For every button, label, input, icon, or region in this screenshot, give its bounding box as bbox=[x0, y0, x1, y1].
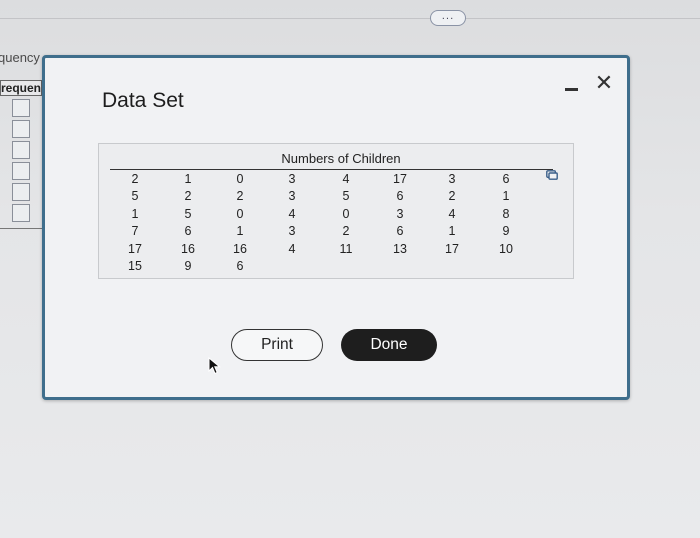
data-cell: 4 bbox=[342, 172, 350, 186]
data-cell: 3 bbox=[288, 224, 296, 239]
data-cell: 2 bbox=[131, 172, 139, 186]
data-cell: 16 bbox=[181, 241, 195, 256]
answer-box[interactable] bbox=[12, 99, 30, 117]
data-cell: 0 bbox=[236, 172, 244, 186]
answer-box[interactable] bbox=[12, 183, 30, 201]
data-cell: 1 bbox=[131, 206, 139, 221]
close-icon[interactable]: ✕ bbox=[593, 73, 615, 95]
done-button[interactable]: Done bbox=[341, 329, 437, 361]
data-cell: 3 bbox=[396, 206, 404, 221]
answer-box[interactable] bbox=[12, 162, 30, 180]
data-cell: 17 bbox=[445, 241, 459, 256]
background-divider bbox=[0, 18, 700, 19]
data-cell: 9 bbox=[502, 224, 510, 239]
background-column-header: requen bbox=[0, 80, 42, 96]
data-cell: 3 bbox=[288, 189, 296, 204]
data-column: 2 5 1 7 17 15 bbox=[119, 171, 151, 275]
data-cell: 0 bbox=[236, 206, 244, 221]
data-cell: 1 bbox=[502, 189, 510, 204]
data-cell: 6 bbox=[396, 189, 404, 204]
table-header-rule bbox=[110, 169, 553, 170]
data-cell: 3 bbox=[288, 172, 296, 186]
data-cell: 7 bbox=[131, 224, 139, 239]
data-set-dialog: Data Set ✕ Numbers of Children 2 5 1 7 1… bbox=[42, 55, 630, 400]
data-cell: 2 bbox=[236, 189, 244, 204]
data-cell: 5 bbox=[184, 206, 192, 221]
data-cell: 4 bbox=[288, 241, 296, 256]
data-cell: 6 bbox=[236, 259, 244, 274]
data-cell: 0 bbox=[342, 206, 350, 221]
data-cell: 5 bbox=[342, 189, 350, 204]
data-column: 3 2 4 1 17 bbox=[436, 171, 468, 258]
answer-box[interactable] bbox=[12, 141, 30, 159]
minimize-button[interactable] bbox=[561, 78, 581, 98]
data-cell: 6 bbox=[184, 224, 192, 239]
background-answer-boxes bbox=[12, 99, 34, 225]
data-column: 3 3 4 3 4 bbox=[276, 171, 308, 258]
data-cell: 3 bbox=[448, 172, 456, 186]
data-cell: 8 bbox=[502, 206, 510, 221]
data-column: 17 6 3 6 13 bbox=[384, 171, 416, 258]
data-cell: 1 bbox=[448, 224, 456, 239]
data-cell: 2 bbox=[342, 224, 350, 239]
answer-box[interactable] bbox=[12, 120, 30, 138]
data-cell: 17 bbox=[128, 241, 142, 256]
data-cell: 2 bbox=[448, 189, 456, 204]
data-cell: 4 bbox=[288, 206, 296, 221]
data-column: 6 1 8 9 10 bbox=[490, 171, 522, 258]
copy-icon[interactable] bbox=[546, 170, 558, 180]
data-column: 0 2 0 1 16 6 bbox=[224, 171, 256, 275]
answer-box[interactable] bbox=[12, 204, 30, 222]
data-cell: 10 bbox=[499, 241, 513, 256]
data-cell: 13 bbox=[393, 241, 407, 256]
print-button[interactable]: Print bbox=[231, 329, 323, 361]
data-column: 1 2 5 6 16 9 bbox=[172, 171, 204, 275]
background-table-border-bottom bbox=[0, 228, 43, 229]
data-cell: 4 bbox=[448, 206, 456, 221]
data-cell: 2 bbox=[184, 189, 192, 204]
table-caption: Numbers of Children bbox=[281, 151, 401, 166]
background-label-frequency: quency bbox=[0, 50, 40, 65]
data-cell: 1 bbox=[236, 224, 244, 239]
dialog-title: Data Set bbox=[102, 89, 184, 112]
data-column: 4 5 0 2 11 bbox=[330, 171, 362, 258]
data-cell: 17 bbox=[393, 172, 407, 186]
more-options-button[interactable]: ... bbox=[430, 10, 466, 26]
data-cell: 9 bbox=[184, 259, 192, 274]
data-cell: 1 bbox=[184, 172, 192, 186]
mouse-cursor-icon bbox=[208, 356, 222, 375]
data-table: Numbers of Children 2 5 1 7 17 15 1 2 5 … bbox=[98, 143, 574, 279]
data-cell: 15 bbox=[128, 259, 142, 274]
data-cell: 6 bbox=[502, 172, 510, 186]
data-cell: 16 bbox=[233, 241, 247, 256]
data-cell: 5 bbox=[131, 189, 139, 204]
data-cell: 6 bbox=[396, 224, 404, 239]
data-cell: 11 bbox=[339, 241, 353, 256]
